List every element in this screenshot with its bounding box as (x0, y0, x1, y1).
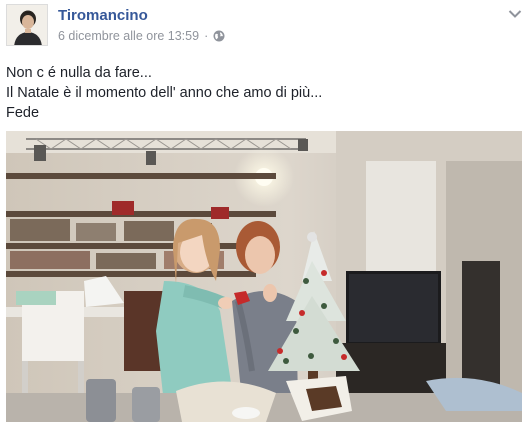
globe-icon[interactable] (213, 30, 225, 42)
post-photo[interactable] (6, 131, 522, 422)
post-text-line: Non c é nulla da fare... (6, 65, 152, 81)
chevron-down-icon[interactable] (508, 6, 522, 18)
post-text-line: Fede (6, 105, 40, 121)
feed-post: Tiromancino 6 dicembre alle ore 13:59 · … (0, 0, 532, 427)
meta-separator: · (204, 29, 209, 43)
post-meta: 6 dicembre alle ore 13:59 · (58, 29, 225, 43)
post-text-line: Il Natale è il momento dell' anno che am… (6, 85, 323, 101)
author-name-link[interactable]: Tiromancino (58, 7, 148, 24)
post-timestamp-link[interactable]: 6 dicembre alle ore 13:59 (58, 29, 199, 43)
post-message: Non c é nulla da fare... Il Natale è il … (6, 63, 526, 123)
christmas-tree-photo (6, 131, 522, 422)
profile-avatar[interactable] (6, 4, 48, 46)
avatar-image (7, 5, 47, 45)
